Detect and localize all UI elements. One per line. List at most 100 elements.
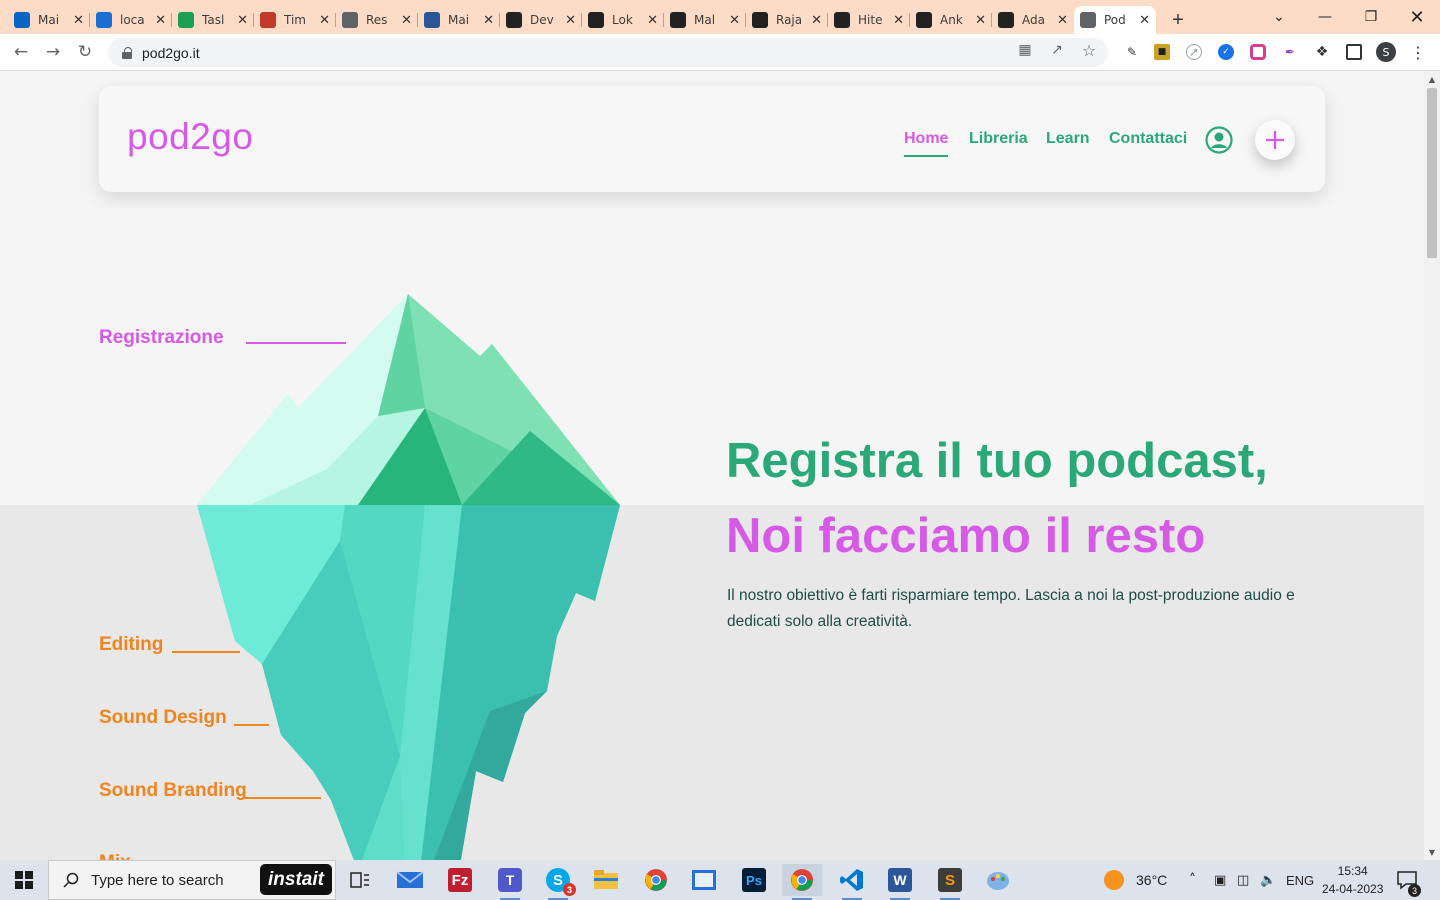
- extension-compass-icon[interactable]: ➚: [1186, 44, 1202, 60]
- scroll-up-arrow-icon[interactable]: ▲: [1424, 71, 1440, 87]
- minimize-button[interactable]: —: [1302, 0, 1348, 34]
- browser-tab[interactable]: Mai ✕: [418, 6, 500, 34]
- close-tab-icon[interactable]: ✕: [483, 13, 494, 28]
- browser-tab-title: Dev: [530, 13, 554, 27]
- close-window-button[interactable]: ✕: [1394, 0, 1440, 34]
- browser-tab[interactable]: Tim ✕: [254, 6, 336, 34]
- share-icon[interactable]: ↗: [1048, 41, 1066, 59]
- extension-check-icon[interactable]: ✓: [1218, 44, 1234, 60]
- nav-libreria[interactable]: Libreria: [969, 130, 1028, 148]
- browser-tab-title: Tim: [284, 13, 306, 27]
- language-indicator[interactable]: ENG: [1286, 860, 1314, 900]
- browser-tab[interactable]: Lok ✕: [582, 6, 664, 34]
- url-text[interactable]: pod2go.it: [142, 45, 200, 61]
- close-tab-icon[interactable]: ✕: [237, 13, 248, 28]
- browser-tab[interactable]: Tasl ✕: [172, 6, 254, 34]
- close-tab-icon[interactable]: ✕: [893, 13, 904, 28]
- browser-menu-icon[interactable]: ⋮: [1410, 43, 1426, 62]
- network-icon[interactable]: ◫: [1237, 860, 1249, 900]
- notifications-button[interactable]: 3: [1396, 860, 1421, 900]
- photoshop-app-icon[interactable]: Ps: [734, 864, 774, 896]
- clock-date: 24-04-2023: [1322, 882, 1384, 896]
- teams-app-icon[interactable]: T: [490, 864, 530, 900]
- close-tab-icon[interactable]: ✕: [975, 13, 986, 28]
- maximize-button[interactable]: ❐: [1348, 0, 1394, 34]
- add-button[interactable]: [1255, 120, 1295, 160]
- browser-tab-title: Lok: [612, 13, 633, 27]
- show-hidden-icons-chevron-icon[interactable]: ˄: [1189, 860, 1196, 900]
- site-logo[interactable]: pod2go: [127, 116, 253, 158]
- clock[interactable]: 15:34 24-04-2023: [1322, 860, 1383, 900]
- forward-button[interactable]: →: [41, 40, 65, 64]
- close-tab-icon[interactable]: ✕: [811, 13, 822, 28]
- close-tab-icon[interactable]: ✕: [1057, 13, 1068, 28]
- browser-tab[interactable]: Raja ✕: [746, 6, 828, 34]
- close-tab-icon[interactable]: ✕: [155, 13, 166, 28]
- nav-home[interactable]: Home: [904, 130, 949, 157]
- camera-icon[interactable]: ▣: [1214, 860, 1226, 900]
- browser-tab[interactable]: Mai ✕: [8, 6, 90, 34]
- browser-tab[interactable]: Mal ✕: [664, 6, 746, 34]
- close-tab-icon[interactable]: ✕: [1139, 13, 1150, 28]
- address-bar[interactable]: pod2go.it: [108, 38, 1108, 67]
- label-registrazione: Registrazione: [99, 327, 224, 348]
- page-scrollbar[interactable]: ▲ ▼: [1424, 71, 1440, 860]
- filezilla-app-icon[interactable]: Fz: [440, 864, 480, 896]
- timesheet-icon: [260, 12, 276, 28]
- mail-app-icon[interactable]: [390, 864, 430, 896]
- back-button[interactable]: ←: [9, 40, 33, 64]
- scroll-down-arrow-icon[interactable]: ▼: [1424, 844, 1440, 860]
- browser-tab[interactable]: Res ✕: [336, 6, 418, 34]
- weather-widget[interactable]: 36°C: [1104, 860, 1167, 900]
- windows-taskbar: Type here to search instait Fz T S 3 Ps …: [0, 860, 1440, 900]
- profile-avatar[interactable]: S: [1376, 42, 1396, 62]
- extensions-puzzle-icon[interactable]: ❖: [1314, 44, 1330, 60]
- iceberg-illustration: [197, 294, 620, 860]
- extension-folder-icon[interactable]: ■: [1154, 44, 1170, 60]
- close-tab-icon[interactable]: ✕: [319, 13, 330, 28]
- user-account-icon[interactable]: [1205, 126, 1233, 154]
- hero-headline-line2: Noi facciamo il resto: [726, 509, 1206, 563]
- browser-tab[interactable]: Ank ✕: [910, 6, 992, 34]
- browser-tab[interactable]: Hite ✕: [828, 6, 910, 34]
- extension-color-icon[interactable]: [1250, 44, 1266, 60]
- new-tab-button[interactable]: +: [1160, 6, 1196, 34]
- browser-tab[interactable]: Dev ✕: [500, 6, 582, 34]
- tab-search-icon[interactable]: ⌄: [1256, 0, 1302, 34]
- nav-learn[interactable]: Learn: [1046, 130, 1090, 148]
- paint-app-icon[interactable]: [978, 864, 1018, 896]
- extension-eyedropper-icon[interactable]: ✎: [1124, 44, 1140, 60]
- desktop-app-icon[interactable]: [684, 864, 724, 896]
- close-tab-icon[interactable]: ✕: [401, 13, 412, 28]
- bookmark-star-icon[interactable]: ☆: [1080, 41, 1098, 60]
- vscode-app-icon[interactable]: [832, 864, 872, 900]
- browser-tab[interactable]: Pod ✕: [1074, 6, 1156, 34]
- invision-icon: [834, 12, 850, 28]
- extension-pen-icon[interactable]: ✒: [1282, 44, 1298, 60]
- label-sound-branding-line: [244, 797, 321, 799]
- instait-widget[interactable]: instait: [260, 864, 332, 895]
- word-app-icon[interactable]: W: [880, 864, 920, 900]
- file-explorer-icon[interactable]: [586, 864, 626, 896]
- browser-tab[interactable]: loca ✕: [90, 6, 172, 34]
- browser-tab-title: Pod: [1104, 13, 1126, 27]
- reload-button[interactable]: ↻: [73, 40, 97, 64]
- close-tab-icon[interactable]: ✕: [565, 13, 576, 28]
- chrome-app-icon[interactable]: [636, 864, 676, 896]
- close-tab-icon[interactable]: ✕: [647, 13, 658, 28]
- volume-icon[interactable]: 🔈: [1260, 860, 1276, 900]
- sublime-app-icon[interactable]: S: [930, 864, 970, 900]
- close-tab-icon[interactable]: ✕: [73, 13, 84, 28]
- label-sound-design-line: [234, 724, 269, 726]
- close-tab-icon[interactable]: ✕: [729, 13, 740, 28]
- hero-description: Il nostro obiettivo è farti risparmiare …: [727, 587, 1295, 630]
- browser-tab[interactable]: Ada ✕: [992, 6, 1074, 34]
- chrome-profile-app-icon[interactable]: [782, 864, 822, 900]
- skype-app-icon[interactable]: S 3: [538, 864, 578, 900]
- start-button[interactable]: [0, 860, 48, 900]
- task-view-icon[interactable]: [340, 864, 380, 896]
- scrollbar-thumb[interactable]: [1427, 88, 1437, 258]
- side-panel-icon[interactable]: [1346, 44, 1362, 60]
- nav-contattaci[interactable]: Contattaci: [1109, 130, 1187, 148]
- translate-icon[interactable]: ▦: [1016, 41, 1034, 59]
